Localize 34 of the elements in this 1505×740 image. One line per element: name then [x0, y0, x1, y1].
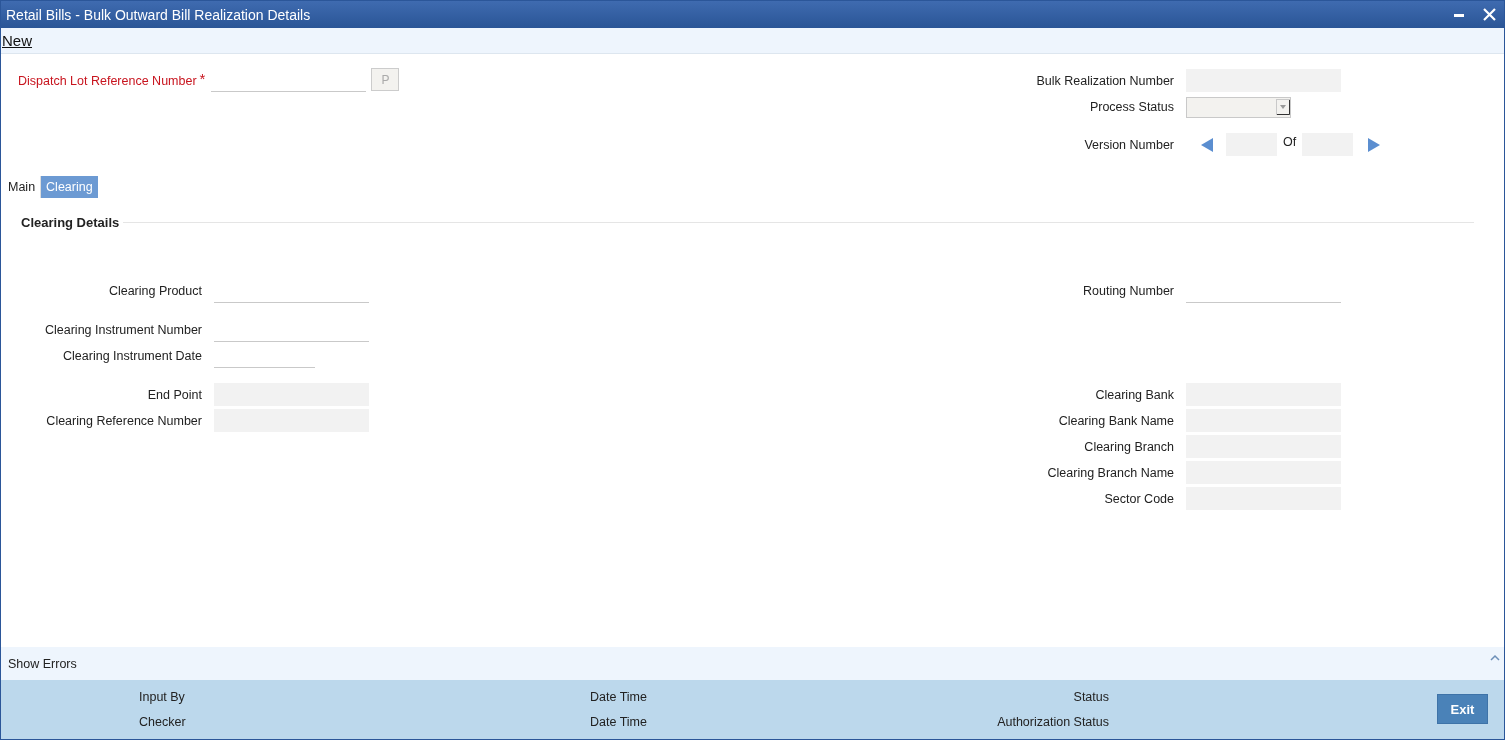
field-label: Version Number	[1083, 138, 1174, 152]
caret-up-icon[interactable]	[1490, 654, 1500, 661]
audit-label: Status	[1073, 690, 1109, 704]
next-icon[interactable]	[1368, 138, 1381, 152]
audit-label: Date Time	[590, 690, 647, 704]
previous-icon[interactable]	[1201, 138, 1213, 152]
field-label: Clearing Instrument Number	[44, 323, 202, 337]
field-label: Sector Code	[1103, 492, 1174, 506]
dropdown[interactable]	[1186, 96, 1291, 118]
new-link[interactable]: New	[1, 32, 32, 49]
section-title: Clearing Details	[21, 215, 120, 230]
field-label: Clearing Branch Name	[1046, 466, 1174, 480]
field-label: Bulk Realization Number	[1035, 74, 1174, 88]
audit-label: Checker	[139, 715, 186, 729]
field-label: Clearing Product	[107, 284, 202, 298]
field-label: Process Status	[1088, 100, 1174, 114]
of-label: Of	[1283, 134, 1297, 149]
field-label: Clearing Instrument Date	[62, 349, 202, 363]
field-label: End Point	[146, 388, 202, 402]
audit-label: Authorization Status	[997, 715, 1109, 729]
show-errors-link[interactable]: Show Errors	[8, 656, 77, 671]
field-label: Dispatch Lot Reference Number	[18, 73, 197, 90]
field-label: Clearing Reference Number	[45, 414, 202, 428]
field-label: Clearing Bank Name	[1057, 414, 1174, 428]
field-label: Clearing Bank	[1094, 388, 1174, 402]
audit-label: Date Time	[590, 715, 647, 729]
field-label: Routing Number	[1082, 284, 1174, 298]
audit-label: Input By	[139, 690, 185, 704]
close-icon[interactable]	[1483, 8, 1496, 21]
required-mark: *	[199, 69, 206, 89]
exit-button[interactable]: Exit	[1437, 694, 1488, 724]
dropdown-arrow-icon	[1276, 98, 1290, 115]
window-title: Retail Bills - Bulk Outward Bill Realization Details	[6, 6, 312, 23]
field-label: Clearing Branch	[1083, 440, 1174, 454]
